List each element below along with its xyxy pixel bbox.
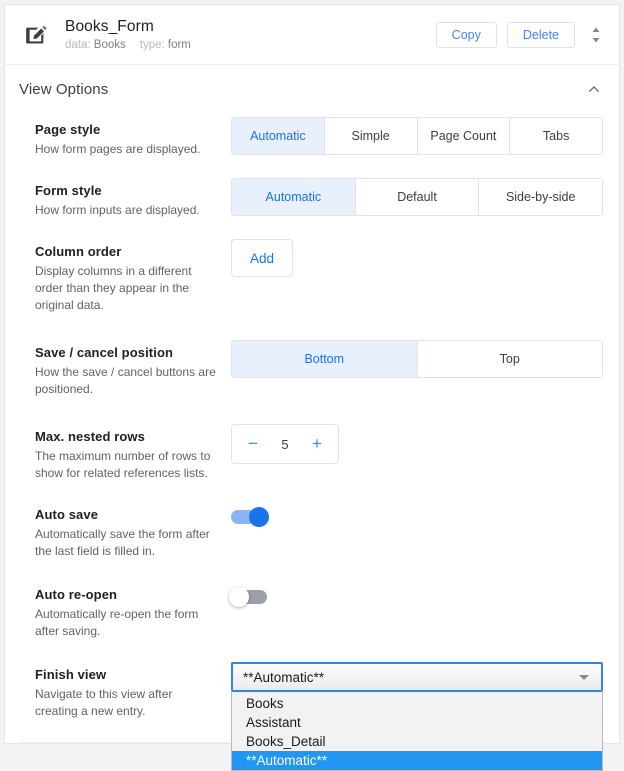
sort-updown-icon[interactable] [589,24,603,46]
option-row-auto-save: Auto save Automatically save the form af… [5,502,619,560]
save-cancel-option-bottom[interactable]: Bottom [232,341,418,377]
form-style-option-side-by-side[interactable]: Side-by-side [479,179,602,215]
card-header: Books_Form data: Books type: form Copy De… [5,5,619,65]
finish-view-control: **Automatic** Books Assistant Books_Deta… [231,662,603,692]
auto-reopen-toggle-knob [229,587,249,607]
auto-save-toggle[interactable] [231,510,267,524]
option-row-finish-view: Finish view Navigate to this view after … [5,662,619,720]
max-nested-rows-stepper: − 5 + [231,424,339,464]
finish-view-option-automatic[interactable]: **Automatic** [232,751,602,770]
meta-data-value: Books [94,39,126,51]
finish-view-name: Finish view [35,666,217,683]
auto-save-toggle-knob [249,507,269,527]
page-style-option-page-count[interactable]: Page Count [418,118,511,154]
form-style-name: Form style [35,182,217,199]
page-style-name: Page style [35,121,217,138]
delete-button[interactable]: Delete [507,22,575,48]
page-style-segmented-control: Automatic Simple Page Count Tabs [231,117,603,155]
finish-view-option-books[interactable]: Books [232,694,602,713]
page-style-control: Automatic Simple Page Count Tabs [231,117,603,155]
chevron-down-icon [579,675,589,680]
meta-type-key: type: [140,39,165,51]
form-style-label-block: Form style How form inputs are displayed… [35,178,231,219]
chevron-up-icon[interactable] [585,80,603,98]
finish-view-option-books-detail[interactable]: Books_Detail [232,732,602,751]
meta-type-value: form [168,39,191,51]
page-style-option-tabs[interactable]: Tabs [510,118,602,154]
save-cancel-control: Bottom Top [231,340,603,378]
option-row-page-style: Page style How form pages are displayed.… [5,117,619,158]
edit-square-icon [21,20,51,50]
max-nested-rows-desc: The maximum number of rows to show for r… [35,448,217,482]
header-text-block: Books_Form data: Books type: form [65,17,426,53]
option-row-max-nested-rows: Max. nested rows The maximum number of r… [5,424,619,482]
header-meta: data: Books type: form [65,38,426,53]
form-style-desc: How form inputs are displayed. [35,202,217,219]
finish-view-selected-value: **Automatic** [243,670,579,685]
page-style-option-automatic[interactable]: Automatic [232,118,325,154]
section-title: View Options [19,81,585,98]
auto-save-label-block: Auto save Automatically save the form af… [35,502,231,560]
max-nested-rows-name: Max. nested rows [35,428,217,445]
form-style-option-default[interactable]: Default [356,179,480,215]
auto-reopen-control [231,582,603,604]
form-style-control: Automatic Default Side-by-side [231,178,603,216]
option-row-column-order: Column order Display columns in a differ… [5,239,619,314]
auto-reopen-desc: Automatically re-open the form after sav… [35,606,217,640]
column-order-label-block: Column order Display columns in a differ… [35,239,231,314]
copy-button[interactable]: Copy [436,22,497,48]
header-actions: Copy Delete [426,22,605,48]
form-style-option-automatic[interactable]: Automatic [232,179,356,215]
finish-view-select[interactable]: **Automatic** [231,662,603,692]
auto-save-name: Auto save [35,506,217,523]
auto-reopen-label-block: Auto re-open Automatically re-open the f… [35,582,231,640]
page-style-option-simple[interactable]: Simple [325,118,418,154]
column-order-desc: Display columns in a different order tha… [35,263,217,314]
save-cancel-name: Save / cancel position [35,344,217,361]
finish-view-desc: Navigate to this view after creating a n… [35,686,217,720]
view-options-section-header[interactable]: View Options [5,65,619,113]
column-order-name: Column order [35,243,217,260]
max-nested-rows-label-block: Max. nested rows The maximum number of r… [35,424,231,482]
max-nested-rows-control: − 5 + [231,424,603,464]
auto-save-desc: Automatically save the form after the la… [35,526,217,560]
auto-reopen-name: Auto re-open [35,586,217,603]
finish-view-label-block: Finish view Navigate to this view after … [35,662,231,720]
increment-button[interactable]: + [300,427,334,461]
view-settings-card: Books_Form data: Books type: form Copy De… [4,4,620,744]
decrement-button[interactable]: − [236,427,270,461]
auto-reopen-toggle[interactable] [231,590,267,604]
save-cancel-desc: How the save / cancel buttons are positi… [35,364,217,398]
page-title: Books_Form [65,17,426,36]
option-row-save-cancel-position: Save / cancel position How the save / ca… [5,340,619,398]
finish-view-option-assistant[interactable]: Assistant [232,713,602,732]
auto-save-control [231,502,603,524]
column-order-control: Add [231,239,603,277]
add-column-button[interactable]: Add [231,239,293,277]
save-cancel-label-block: Save / cancel position How the save / ca… [35,340,231,398]
page-style-desc: How form pages are displayed. [35,141,217,158]
option-row-form-style: Form style How form inputs are displayed… [5,178,619,219]
meta-data-key: data: [65,39,91,51]
max-nested-rows-value: 5 [270,437,300,452]
save-cancel-option-top[interactable]: Top [418,341,603,377]
finish-view-select-wrapper: **Automatic** Books Assistant Books_Deta… [231,662,603,692]
save-cancel-segmented-control: Bottom Top [231,340,603,378]
page-style-label-block: Page style How form pages are displayed. [35,117,231,158]
form-style-segmented-control: Automatic Default Side-by-side [231,178,603,216]
option-row-auto-reopen: Auto re-open Automatically re-open the f… [5,582,619,640]
